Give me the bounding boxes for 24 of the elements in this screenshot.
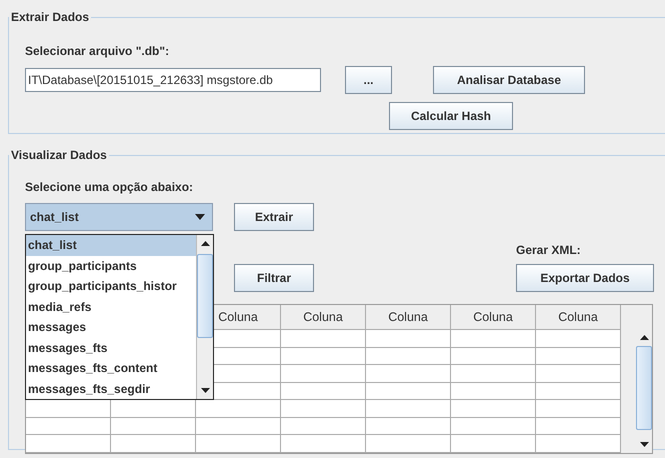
panel-title: Extrair Dados [10,10,90,24]
analyze-button[interactable]: Analisar Database [433,66,585,94]
scroll-up-icon[interactable] [200,241,210,246]
dropdown-option[interactable]: chat_list [26,235,196,256]
scroll-up-icon[interactable] [640,335,648,340]
column-header[interactable]: Coluna [536,305,621,330]
column-header[interactable]: Coluna [281,305,366,330]
table-dropdown[interactable]: chat_list [25,203,213,231]
browse-button[interactable]: ... [345,66,392,94]
file-label: Selecionar arquivo ".db": [25,44,170,58]
export-button[interactable]: Exportar Dados [516,264,654,292]
dropdown-arrow-icon [195,214,205,220]
filter-button[interactable]: Filtrar [234,264,314,292]
file-path-field[interactable]: IT\Database\[20151015_212633] msgstore.db [25,68,321,92]
column-header[interactable]: Coluna [366,305,451,330]
option-label: Selecione uma opção abaixo: [25,180,194,194]
extract-button[interactable]: Extrair [234,203,314,231]
scroll-down-icon[interactable] [200,388,210,393]
panel-title: Visualizar Dados [10,148,108,162]
xml-label: Gerar XML: [516,243,582,257]
hash-button[interactable]: Calcular Hash [389,102,513,130]
list-scrollbar[interactable] [196,235,213,399]
column-header[interactable]: Coluna [451,305,536,330]
scroll-down-icon[interactable] [640,442,648,447]
